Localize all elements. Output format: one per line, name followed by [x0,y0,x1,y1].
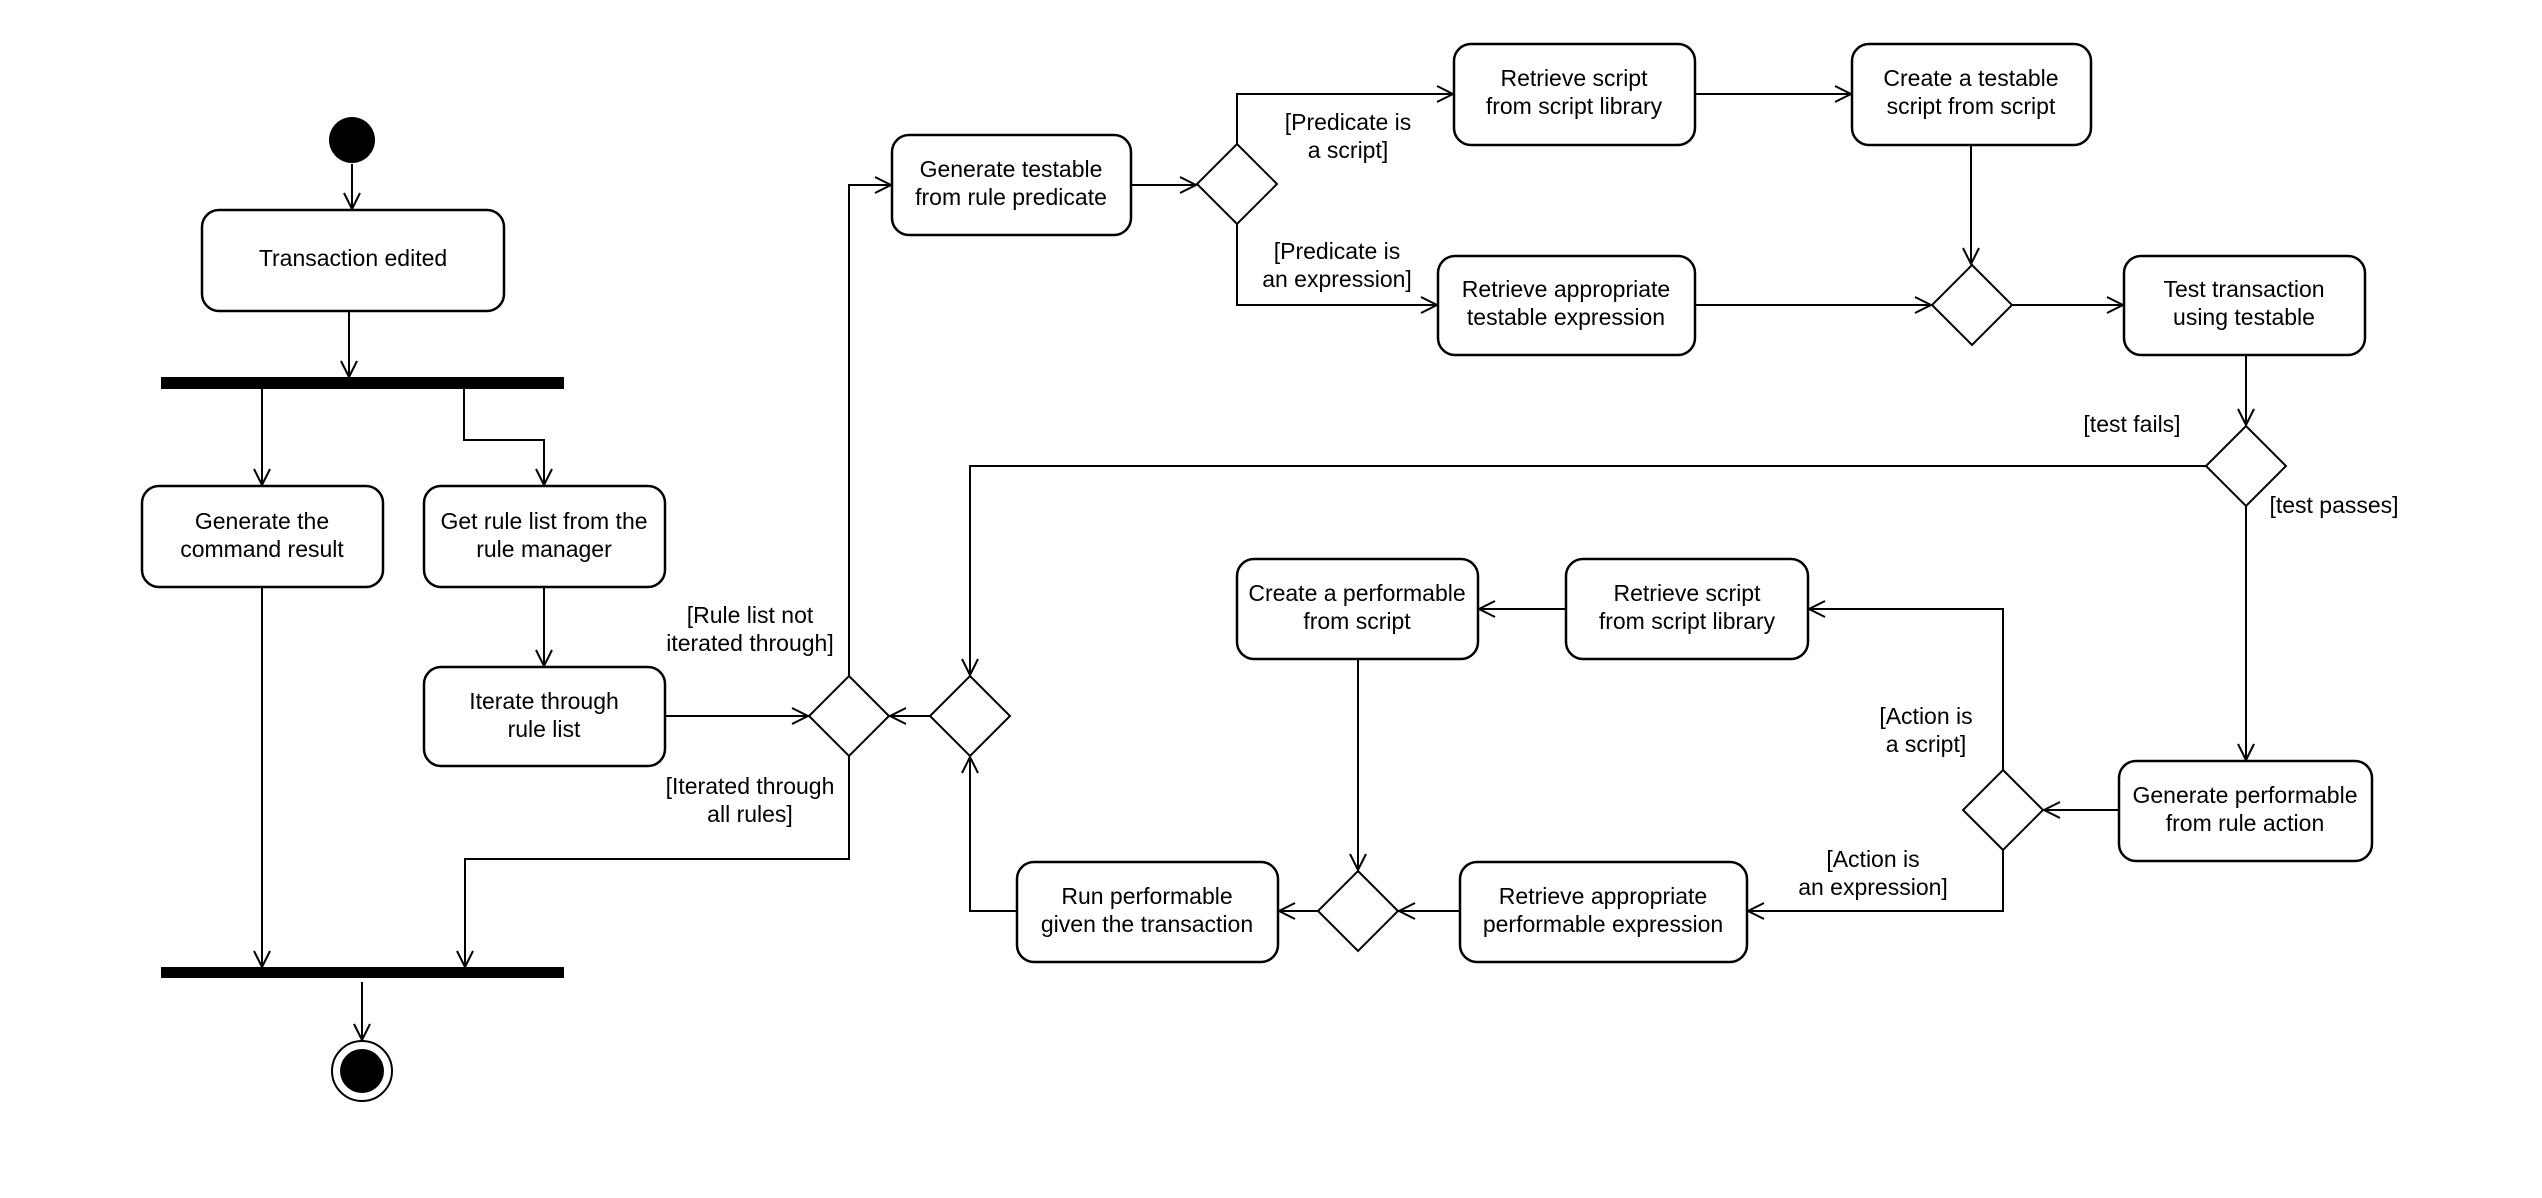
activity-label: Iterate through [469,688,619,714]
merge-performable [1316,869,1400,953]
activity-label: script from script [1887,93,2056,119]
activity-label: Retrieve script [1614,580,1762,606]
guard-action-script: [Action is a script] [1879,703,1972,757]
activity-label: testable expression [1467,304,1665,330]
activity-retrieve-script-testable: Retrieve script from script library [1452,42,1697,147]
guard-label: [Predicate is [1274,238,1401,264]
guard-label: an expression] [1262,266,1412,292]
activity-label: Create a performable [1248,580,1465,606]
activity-diagram: Transaction edited Generate the command … [140,42,2399,1102]
activity-label: from rule action [2166,810,2325,836]
edge-decision-to-generate-testable [848,185,891,676]
guard-rule-list-not-iterated: [Rule list not iterated through] [666,602,834,656]
guard-label: an expression] [1798,874,1948,900]
decision-predicate-type [1195,142,1279,226]
join-bar [161,967,564,978]
activity-label: Generate performable [2132,782,2357,808]
activity-label: from rule predicate [915,184,1107,210]
activity-label: Run performable [1061,883,1232,909]
guard-label: [test fails] [2083,411,2180,437]
activity-label: given the transaction [1041,911,1253,937]
activity-generate-command-result: Generate the command result [140,484,385,589]
fork-bar [161,377,564,389]
activity-generate-performable: Generate performable from rule action [2117,759,2374,863]
decision-action-type [1961,768,2045,852]
guard-iterated-all-rules: [Iterated through all rules] [666,773,835,827]
activity-retrieve-testable-expression: Retrieve appropriate testable expression [1436,254,1697,357]
edge-run-to-loop-merge [970,757,1017,912]
activity-label: Transaction edited [259,245,447,271]
start-node [329,117,375,163]
guard-label: [Action is [1826,846,1919,872]
activity-test-transaction: Test transaction using testable [2122,254,2367,357]
edge-fork-to-rule-list [463,389,544,485]
merge-loop [928,674,1012,758]
activity-label: Generate testable [920,156,1103,182]
guard-test-fails: [test fails] [2083,411,2180,437]
activity-label: performable expression [1483,911,1723,937]
guard-label: all rules] [707,801,793,827]
activity-label: rule list [508,716,581,742]
guard-label: [Iterated through [666,773,835,799]
activity-retrieve-script-performable: Retrieve script from script library [1564,557,1810,661]
guard-predicate-script: [Predicate is a script] [1285,109,1412,163]
activity-retrieve-performable-expression: Retrieve appropriate performable express… [1458,860,1749,964]
activity-iterate-rule-list: Iterate through rule list [422,665,667,768]
activity-label: from script [1303,608,1411,634]
guard-label: [Rule list not [687,602,814,628]
guard-label: [test passes] [2269,492,2398,518]
merge-testable [1930,263,2014,347]
guard-label: a script] [1886,731,1967,757]
activity-transaction-edited: Transaction edited [200,208,506,313]
guard-action-expression: [Action is an expression] [1798,846,1948,900]
activity-create-performable: Create a performable from script [1235,557,1480,661]
end-node [331,1040,393,1102]
activity-create-testable-script: Create a testable script from script [1850,42,2093,147]
guard-label: [Action is [1879,703,1972,729]
activity-label: Create a testable [1883,65,2058,91]
activity-label: Retrieve appropriate [1499,883,1707,909]
decision-rule-iteration [807,674,891,758]
edge-decision-to-retrieve-expression [1236,224,1437,305]
guard-label: a script] [1308,137,1389,163]
activity-label: rule manager [476,536,612,562]
activity-run-performable: Run performable given the transaction [1015,860,1280,964]
guard-test-passes: [test passes] [2269,492,2398,518]
activity-label: Get rule list from the [440,508,647,534]
activity-label: Retrieve appropriate [1462,276,1670,302]
activity-generate-testable: Generate testable from rule predicate [890,133,1133,237]
guard-predicate-expression: [Predicate is an expression] [1262,238,1412,292]
activity-get-rule-list: Get rule list from the rule manager [422,484,667,589]
guard-label: [Predicate is [1285,109,1412,135]
activity-label: Test transaction [2163,276,2324,302]
activity-label: Generate the [195,508,329,534]
activity-label: command result [180,536,344,562]
activity-label: Retrieve script [1501,65,1649,91]
activity-label: using testable [2173,304,2315,330]
guard-label: iterated through] [666,630,834,656]
activity-label: from script library [1486,93,1663,119]
activity-label: from script library [1599,608,1776,634]
